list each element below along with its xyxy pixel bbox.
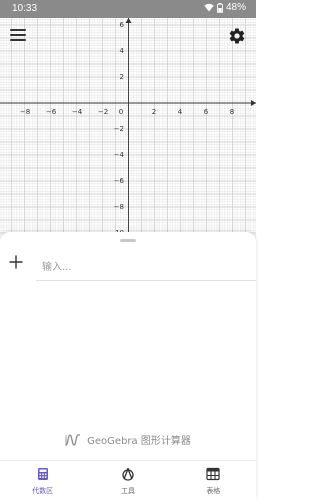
y-tick-label: −8 (114, 203, 124, 211)
x-tick-label: −4 (72, 108, 83, 116)
status-bar: 10:33 48% (0, 0, 256, 18)
battery-level: 48% (225, 2, 246, 13)
x-tick-label: 8 (230, 108, 234, 116)
battery-icon (217, 2, 223, 13)
gear-icon[interactable] (228, 27, 246, 45)
tab-label: 代数区 (32, 487, 54, 495)
tab-label: 表格 (206, 487, 221, 495)
algebra-input[interactable]: 输入... (36, 254, 256, 281)
tab-table[interactable]: 表格 (171, 461, 256, 501)
graphing-view[interactable]: −8 −6 −4 −2 0 2 4 6 8 6 4 2 −2 −4 −6 −8 … (0, 18, 256, 240)
y-axis-arrow (125, 18, 132, 23)
status-time: 10:33 (12, 3, 38, 14)
y-tick-label: 4 (120, 47, 125, 55)
x-tick-label: 4 (178, 108, 183, 116)
wifi-icon (204, 3, 214, 12)
input-placeholder: 输入... (42, 262, 72, 273)
bottom-nav: 代数区 工具 表格 (0, 460, 256, 501)
x-tick-label: −6 (46, 108, 57, 116)
menu-icon[interactable] (10, 27, 26, 43)
tab-tools[interactable]: 工具 (85, 461, 170, 501)
geogebra-logo-icon (65, 433, 81, 446)
x-tick-label: −2 (98, 108, 108, 116)
status-icons: 48% (204, 2, 246, 13)
table-icon (206, 467, 220, 481)
x-tick-label: 2 (152, 108, 156, 116)
calculator-icon (37, 468, 48, 480)
origin-label: 0 (119, 108, 123, 116)
plus-icon[interactable] (8, 254, 24, 270)
y-tick-label: 2 (120, 73, 124, 81)
brand-text: GeoGebra 图形计算器 (87, 436, 191, 447)
tab-label: 工具 (120, 487, 135, 495)
y-tick-label: −2 (114, 125, 124, 133)
tab-algebra[interactable]: 代数区 (0, 461, 85, 501)
y-tick-label: −4 (114, 151, 125, 159)
x-tick-label: 6 (204, 108, 209, 116)
branding: GeoGebra 图形计算器 (0, 432, 256, 447)
major-grid (0, 18, 256, 240)
tools-icon (122, 467, 134, 481)
drag-handle[interactable] (120, 239, 136, 242)
x-tick-label: −8 (20, 108, 30, 116)
y-tick-label: 6 (120, 21, 125, 29)
y-tick-label: −6 (114, 177, 125, 185)
